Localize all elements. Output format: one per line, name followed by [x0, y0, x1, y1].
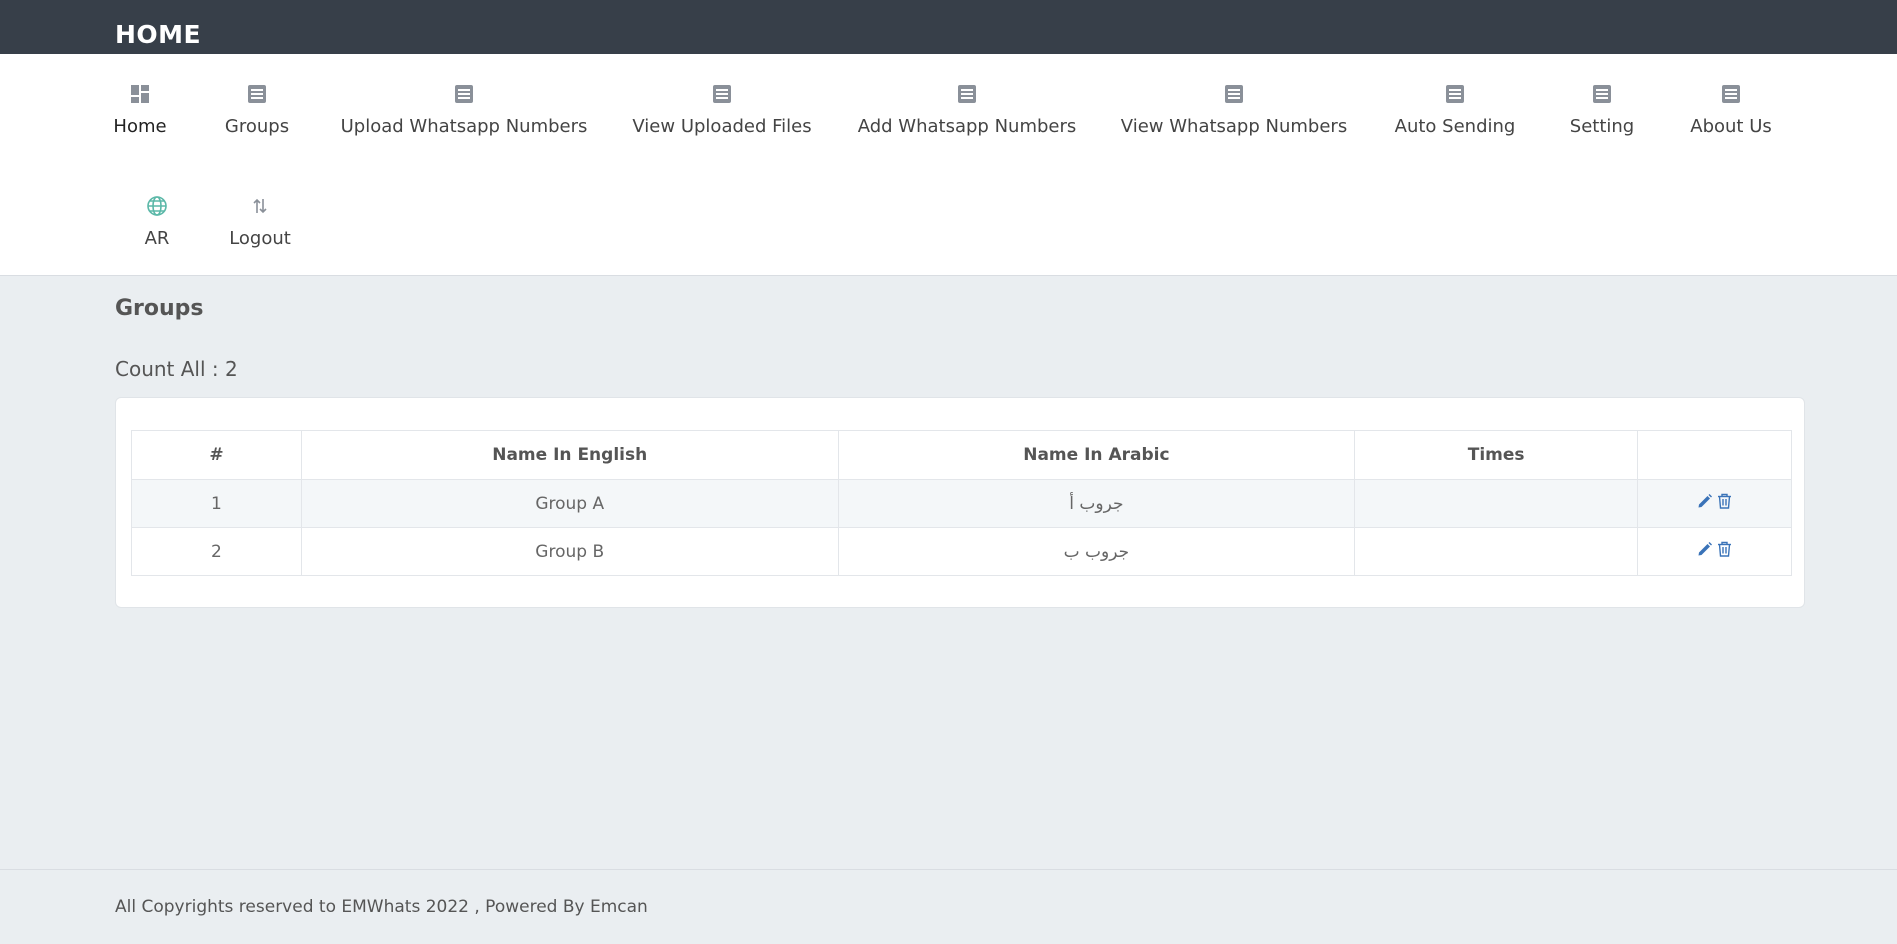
column-header-actions: [1637, 430, 1792, 480]
document-icon: [1224, 82, 1244, 106]
nav-item-auto-sending[interactable]: Auto Sending: [1395, 54, 1515, 150]
cell-actions: [1637, 527, 1792, 576]
document-icon: [712, 82, 732, 106]
column-header-name-english: Name In English: [300, 430, 839, 480]
cell-times: [1354, 527, 1639, 576]
table-header-row: # Name In English Name In Arabic Times: [131, 430, 1792, 480]
nav-item-label: Auto Sending: [1394, 116, 1516, 137]
edit-pencil-icon[interactable]: [1697, 493, 1713, 509]
cell-name-english: Group A: [300, 479, 839, 528]
page-title: Groups: [115, 296, 204, 321]
nav-item-add-whatsapp-numbers[interactable]: Add Whatsapp Numbers: [858, 54, 1076, 150]
nav-item-home[interactable]: Home: [113, 54, 167, 150]
nav-item-label: About Us: [1690, 116, 1772, 137]
navigation-bar: Home Groups Upload Whatsapp Numbers View…: [0, 54, 1897, 276]
nav-item-label: Setting: [1569, 116, 1635, 137]
nav-item-label: Groups: [224, 116, 290, 137]
nav-item-label: Logout: [229, 228, 291, 249]
dashboard-icon: [130, 82, 150, 106]
document-icon: [957, 82, 977, 106]
document-icon: [454, 82, 474, 106]
edit-pencil-icon[interactable]: [1697, 541, 1713, 557]
column-header-times: Times: [1354, 430, 1639, 480]
globe-icon: [146, 194, 168, 218]
nav-item-groups[interactable]: Groups: [224, 54, 290, 150]
count-all-label: Count All : 2: [115, 357, 238, 381]
cell-name-arabic: جروب أ: [837, 479, 1356, 528]
document-icon: [247, 82, 267, 106]
arrows-updown-icon: [251, 194, 269, 218]
nav-item-label: AR: [144, 228, 170, 249]
column-header-name-arabic: Name In Arabic: [837, 430, 1356, 480]
cell-actions: [1637, 479, 1792, 528]
cell-name-english: Group B: [300, 527, 839, 576]
top-bar: HOME: [0, 0, 1897, 54]
table-row: 1 Group A جروب أ: [131, 479, 1792, 528]
document-icon: [1721, 82, 1741, 106]
groups-card: # Name In English Name In Arabic Times 1…: [115, 397, 1805, 608]
nav-item-label: Add Whatsapp Numbers: [857, 116, 1077, 137]
column-header-number: #: [131, 430, 302, 480]
footer-divider: [0, 869, 1897, 870]
nav-item-setting[interactable]: Setting: [1569, 54, 1635, 150]
cell-number: 1: [131, 479, 302, 528]
document-icon: [1592, 82, 1612, 106]
nav-item-language-ar[interactable]: AR: [140, 166, 174, 262]
delete-trash-icon[interactable]: [1717, 493, 1732, 509]
cell-times: [1354, 479, 1639, 528]
nav-item-label: View Uploaded Files: [632, 116, 812, 137]
nav-item-view-uploaded-files[interactable]: View Uploaded Files: [632, 54, 812, 150]
groups-table: # Name In English Name In Arabic Times 1…: [131, 430, 1792, 576]
nav-item-about-us[interactable]: About Us: [1690, 54, 1772, 150]
delete-trash-icon[interactable]: [1717, 541, 1732, 557]
nav-item-upload-whatsapp-numbers[interactable]: Upload Whatsapp Numbers: [341, 54, 587, 150]
nav-item-label: View Whatsapp Numbers: [1120, 116, 1348, 137]
page-header-title: HOME: [115, 20, 202, 49]
footer-copyright: All Copyrights reserved to EMWhats 2022 …: [115, 897, 648, 917]
table-row: 2 Group B جروب ب: [131, 527, 1792, 576]
nav-item-logout[interactable]: Logout: [229, 166, 291, 262]
cell-number: 2: [131, 527, 302, 576]
nav-item-label: Upload Whatsapp Numbers: [340, 116, 588, 137]
nav-item-label: Home: [113, 116, 167, 137]
cell-name-arabic: جروب ب: [837, 527, 1356, 576]
nav-item-view-whatsapp-numbers[interactable]: View Whatsapp Numbers: [1121, 54, 1347, 150]
document-icon: [1445, 82, 1465, 106]
